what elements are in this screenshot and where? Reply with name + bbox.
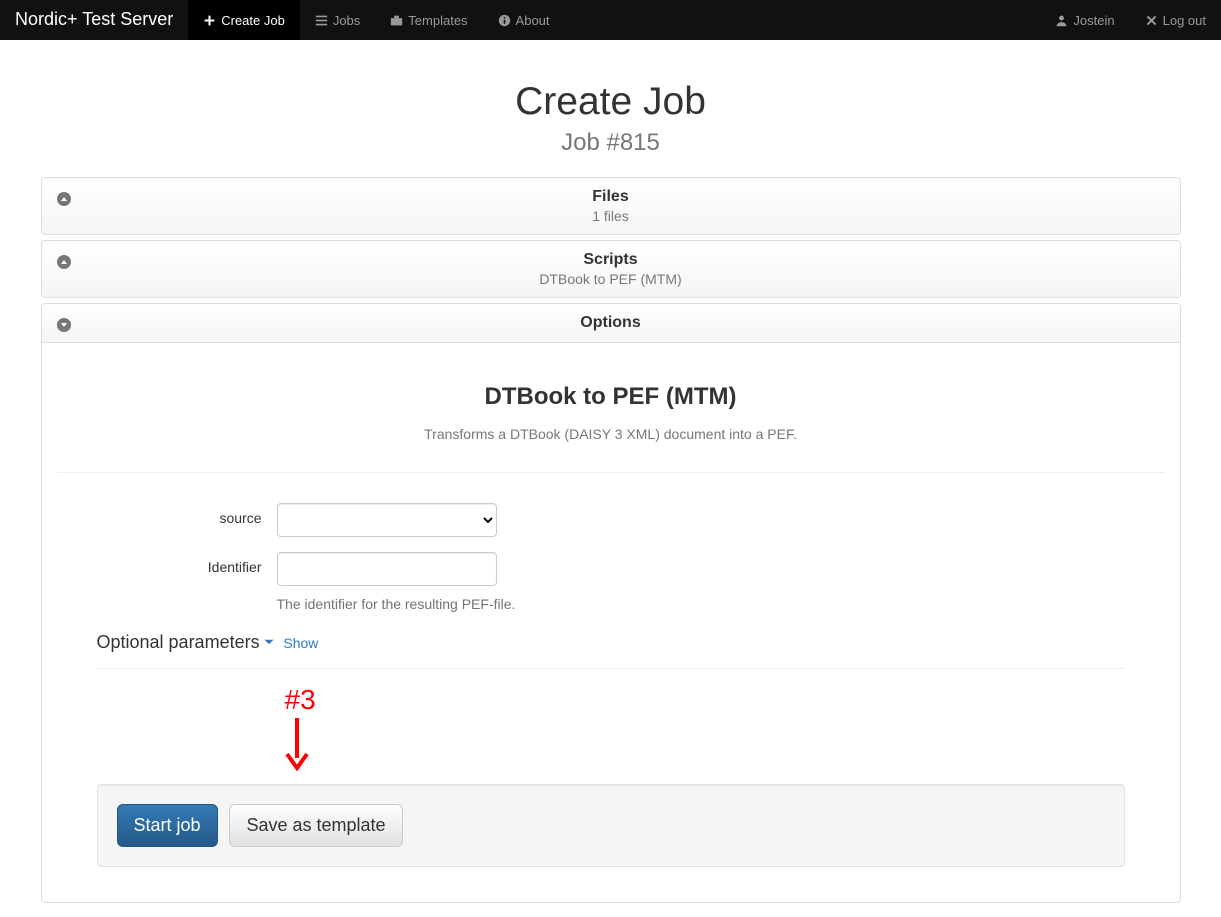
panel-options-heading[interactable]: Options — [42, 304, 1180, 343]
form-row-source: source — [57, 503, 1165, 537]
panel-scripts-subtitle: DTBook to PEF (MTM) — [57, 271, 1165, 287]
show-link[interactable]: Show — [283, 635, 318, 651]
list-icon — [315, 14, 328, 27]
panel-files-subtitle: 1 files — [57, 208, 1165, 224]
nav-user[interactable]: Jostein — [1040, 0, 1129, 40]
page-subtitle: Job #815 — [41, 129, 1181, 157]
panel-scripts: Scripts DTBook to PEF (MTM) — [41, 240, 1181, 298]
panel-files-title: Files — [57, 188, 1165, 206]
user-icon — [1055, 14, 1068, 27]
briefcase-icon — [390, 14, 403, 27]
identifier-label: Identifier — [97, 552, 277, 575]
panel-scripts-title: Scripts — [57, 251, 1165, 269]
nav-left: Create Job Jobs Templates About — [188, 0, 1040, 40]
source-label: source — [97, 503, 277, 526]
nav-label: Jobs — [333, 13, 360, 28]
close-icon — [1145, 14, 1158, 27]
user-label: Jostein — [1073, 13, 1114, 28]
nav-about[interactable]: About — [483, 0, 565, 40]
logout-label: Log out — [1163, 13, 1206, 28]
expand-icon — [57, 255, 71, 269]
nav-jobs[interactable]: Jobs — [300, 0, 375, 40]
start-job-button[interactable]: Start job — [117, 804, 218, 847]
annotation-label: #3 — [285, 684, 1165, 716]
plus-icon — [203, 14, 216, 27]
panel-options: Options DTBook to PEF (MTM) Transforms a… — [41, 303, 1181, 903]
panel-files: Files 1 files — [41, 177, 1181, 235]
nav-label: Create Job — [221, 13, 285, 28]
optional-parameters-row: Optional parameters Show — [97, 632, 1125, 669]
nav-logout[interactable]: Log out — [1130, 0, 1221, 40]
panel-options-body: DTBook to PEF (MTM) Transforms a DTBook … — [42, 343, 1180, 902]
chevron-down-icon — [263, 635, 275, 651]
annotation: #3 — [57, 684, 1165, 774]
identifier-help: The identifier for the resulting PEF-fil… — [277, 596, 516, 612]
nav-right: Jostein Log out — [1040, 0, 1221, 40]
navbar: Nordic+ Test Server Create Job Jobs Temp… — [0, 0, 1221, 40]
brand-link[interactable]: Nordic+ Test Server — [0, 0, 188, 40]
script-title: DTBook to PEF (MTM) — [57, 383, 1165, 411]
script-description: Transforms a DTBook (DAISY 3 XML) docume… — [57, 426, 1165, 473]
arrow-down-icon — [277, 716, 317, 774]
nav-create-job[interactable]: Create Job — [188, 0, 300, 40]
button-well: Start job Save as template — [97, 784, 1125, 867]
form-row-identifier: Identifier The identifier for the result… — [57, 552, 1165, 612]
nav-label: Templates — [408, 13, 467, 28]
optional-label: Optional parameters — [97, 632, 260, 652]
source-select[interactable] — [277, 503, 497, 537]
panel-options-title: Options — [57, 314, 1165, 332]
panel-files-heading[interactable]: Files 1 files — [42, 178, 1180, 234]
expand-icon — [57, 192, 71, 206]
info-icon — [498, 14, 511, 27]
identifier-input[interactable] — [277, 552, 497, 586]
panel-scripts-heading[interactable]: Scripts DTBook to PEF (MTM) — [42, 241, 1180, 297]
nav-label: About — [516, 13, 550, 28]
page-header: Create Job Job #815 — [41, 80, 1181, 157]
collapse-icon — [57, 318, 71, 332]
save-template-button[interactable]: Save as template — [229, 804, 402, 847]
nav-templates[interactable]: Templates — [375, 0, 482, 40]
page-title: Create Job — [41, 80, 1181, 124]
